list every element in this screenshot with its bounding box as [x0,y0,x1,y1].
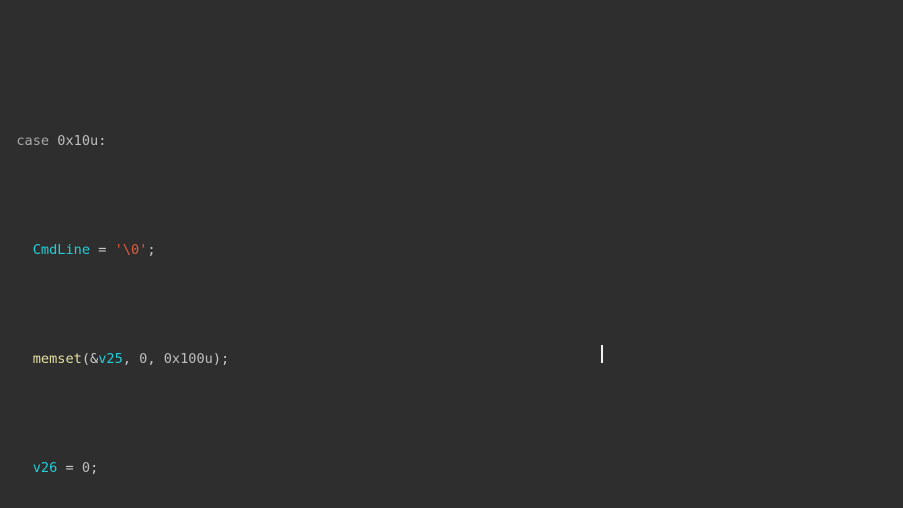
code-line-1[interactable]: case 0x10u: [0,131,903,153]
code-line-3[interactable]: memset(&v25, 0, 0x100u); [0,349,903,371]
code-line-2[interactable]: CmdLine = '\0'; [0,240,903,262]
text-caret [601,345,603,363]
pseudocode-view[interactable]: case 0x10u: CmdLine = '\0'; memset(&v25,… [0,0,903,508]
code-line-4[interactable]: v26 = 0; [0,458,903,480]
scrolled-off-line-sliver [0,0,903,2]
